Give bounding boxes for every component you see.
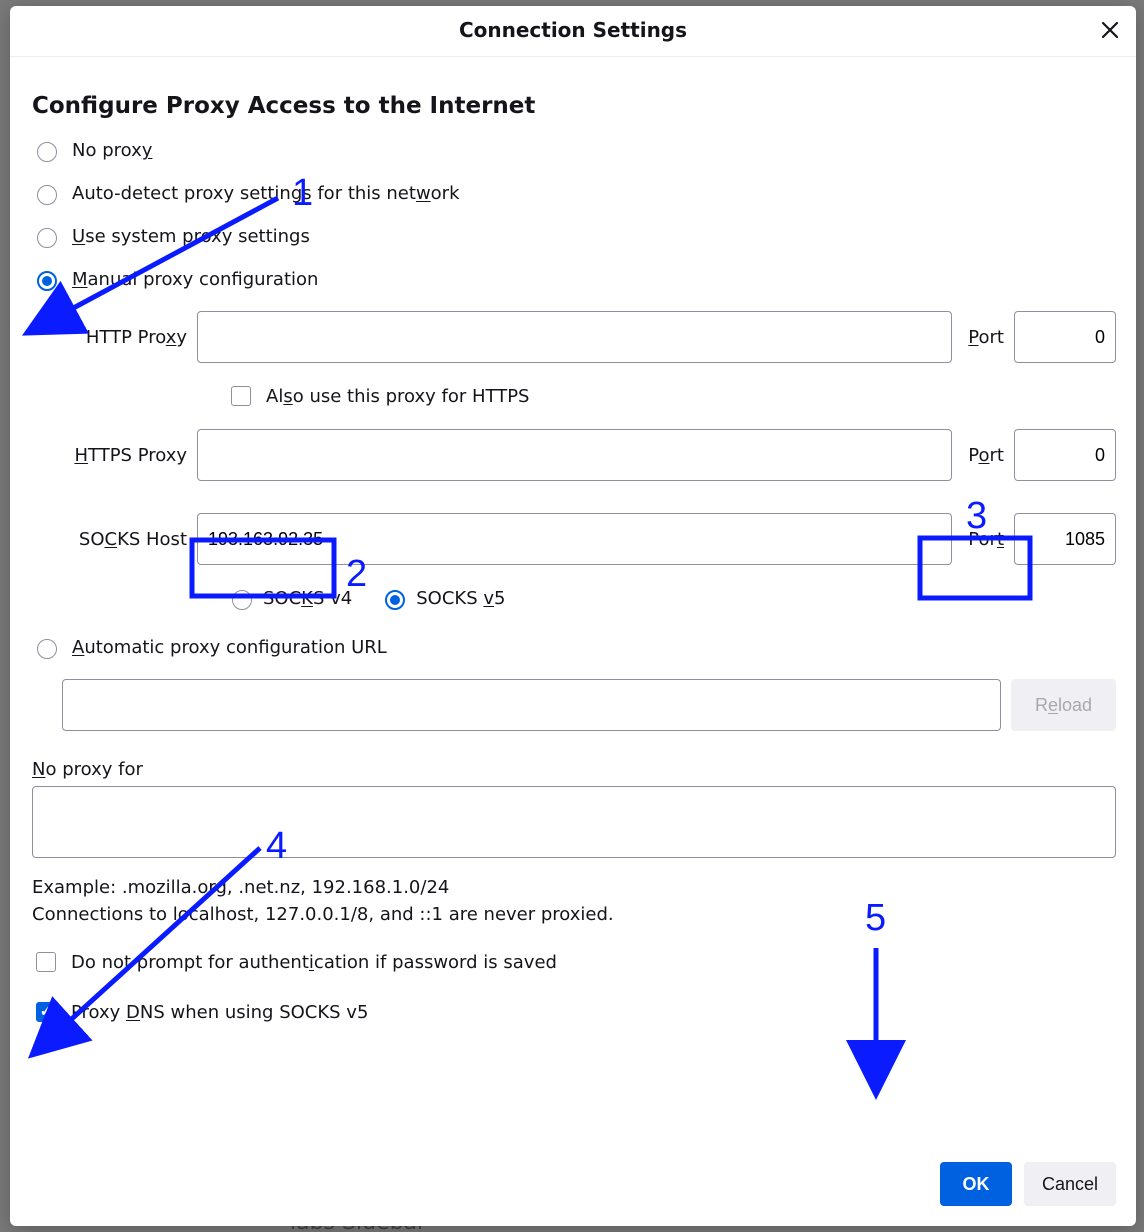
example-hint: Example: .mozilla.org, .net.nz, 192.168.… — [32, 877, 1116, 898]
socks-port-input[interactable] — [1014, 513, 1116, 565]
radio-manual-proxy-label: Manual proxy configuration — [72, 269, 318, 290]
https-port-input[interactable] — [1014, 429, 1116, 481]
localhost-hint: Connections to localhost, 127.0.0.1/8, a… — [32, 904, 1116, 925]
radio-socks-v5-input[interactable] — [385, 590, 405, 610]
radio-system-proxy-label: Use system proxy settings — [72, 226, 310, 247]
radio-auto-detect-label: Auto-detect proxy settings for this netw… — [72, 183, 460, 204]
radio-no-proxy[interactable]: No proxy — [32, 139, 1116, 162]
radio-system-proxy-input[interactable] — [37, 228, 57, 248]
radio-socks-v4[interactable]: SOCKS v4 — [227, 587, 352, 610]
auto-config-url-input[interactable] — [62, 679, 1001, 731]
radio-manual-proxy[interactable]: Manual proxy configuration — [32, 268, 1116, 291]
radio-auto-config-url[interactable]: Automatic proxy configuration URL — [32, 636, 1116, 659]
radio-socks-v5-label: SOCKS v5 — [416, 588, 505, 609]
also-https-checkbox[interactable]: Also use this proxy for HTTPS — [227, 383, 1116, 409]
proxy-dns-checkbox-input[interactable] — [36, 1002, 56, 1022]
auth-prompt-label: Do not prompt for authentication if pass… — [71, 952, 557, 973]
http-port-label: Port — [968, 327, 1004, 348]
radio-no-proxy-label: No proxy — [72, 140, 152, 161]
proxy-dns-checkbox[interactable]: Proxy DNS when using SOCKS v5 — [32, 999, 1116, 1025]
radio-auto-config-url-label: Automatic proxy configuration URL — [72, 637, 387, 658]
proxy-dns-label: Proxy DNS when using SOCKS v5 — [71, 1002, 368, 1023]
auth-prompt-checkbox-input[interactable] — [36, 952, 56, 972]
radio-manual-proxy-input[interactable] — [37, 271, 57, 291]
radio-auto-detect[interactable]: Auto-detect proxy settings for this netw… — [32, 182, 1116, 205]
also-https-label: Also use this proxy for HTTPS — [266, 386, 529, 407]
socks-port-label: Port — [968, 529, 1004, 550]
close-button[interactable] — [1096, 16, 1124, 44]
no-proxy-for-input[interactable] — [32, 786, 1116, 858]
radio-socks-v4-input[interactable] — [232, 590, 252, 610]
reload-button[interactable]: Reload — [1011, 679, 1116, 731]
socks-host-label: SOCKS Host — [62, 529, 187, 550]
https-proxy-input[interactable] — [197, 429, 952, 481]
radio-auto-config-url-input[interactable] — [37, 639, 57, 659]
section-heading: Configure Proxy Access to the Internet — [32, 93, 1116, 119]
ok-button[interactable]: OK — [940, 1162, 1012, 1206]
dialog-title: Connection Settings — [459, 18, 687, 42]
http-proxy-input[interactable] — [197, 311, 952, 363]
cancel-button[interactable]: Cancel — [1024, 1162, 1116, 1206]
no-proxy-for-label: No proxy for — [32, 759, 1116, 780]
https-proxy-label: HTTPS Proxy — [62, 445, 187, 466]
radio-no-proxy-input[interactable] — [37, 142, 57, 162]
https-port-label: Port — [968, 445, 1004, 466]
also-https-checkbox-input[interactable] — [231, 386, 251, 406]
radio-system-proxy[interactable]: Use system proxy settings — [32, 225, 1116, 248]
http-port-input[interactable] — [1014, 311, 1116, 363]
radio-socks-v5[interactable]: SOCKS v5 — [380, 587, 505, 610]
radio-auto-detect-input[interactable] — [37, 185, 57, 205]
radio-socks-v4-label: SOCKS v4 — [263, 588, 352, 609]
auth-prompt-checkbox[interactable]: Do not prompt for authentication if pass… — [32, 949, 1116, 975]
http-proxy-label: HTTP Proxy — [62, 327, 187, 348]
close-icon — [1101, 21, 1119, 39]
connection-settings-dialog: Connection Settings Configure Proxy Acce… — [10, 6, 1136, 1226]
socks-host-input[interactable] — [197, 513, 952, 565]
